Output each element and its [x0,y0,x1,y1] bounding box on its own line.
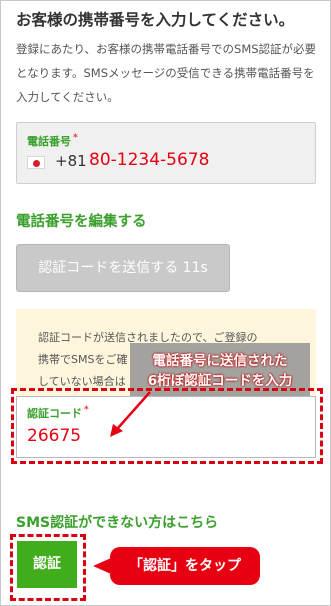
callout-line: 電話番号に送信された [152,353,288,369]
tap-callout: 「認証」をタップ [110,547,260,585]
verification-code-value: 26675 [27,426,82,446]
auth-button[interactable]: 認証 [17,541,77,588]
page-title: お客様の携帯番号を入力してください。 [16,11,295,29]
phone-number-field[interactable]: 電話番号 * +81 80-1234-5678 [16,122,316,184]
edit-phone-link[interactable]: 電話番号を編集する [16,210,147,231]
required-mark: * [73,133,78,143]
phone-field-label: 電話番号 [27,135,71,148]
code-field-label: 認証コード [27,407,82,420]
phone-number-value: 80-1234-5678 [89,150,210,170]
tap-callout-pointer [93,558,111,574]
sms-help-link[interactable]: SMS認証ができない方はこちら [16,512,218,532]
code-field-label-wrap: 認証コード * [27,405,89,421]
send-code-button[interactable]: 認証コードを送信する 11s [16,244,230,292]
verification-code-field[interactable]: 認証コード * 26675 [16,396,316,458]
required-mark: * [84,405,89,415]
country-code: +81 [55,152,87,170]
japan-flag-icon [27,156,45,169]
page-description: 登録にあたり、お客様の携帯電話番号でのSMS認証が必要となります。SMSメッセー… [16,42,317,104]
phone-field-label-wrap: 電話番号 * [27,133,78,149]
